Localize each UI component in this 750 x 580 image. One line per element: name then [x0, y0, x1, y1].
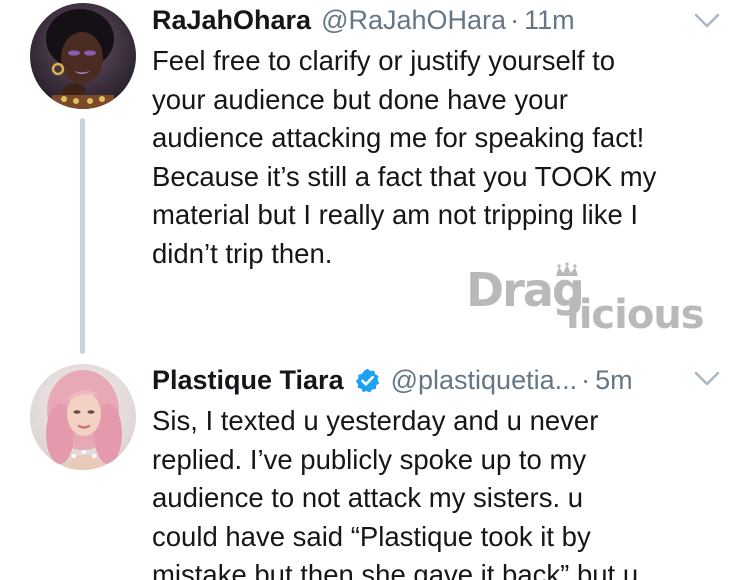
tweet-thread: RaJahOhara @RaJahOHara · 11m Feel free t… [0, 0, 750, 580]
tweet-text-line: audience attacking me for speaking fact! [152, 122, 645, 153]
tweet-text-line: replied. I’ve publicly spoke up to my [152, 443, 587, 475]
tweet-text-line: could have said “Plastique took it by [152, 520, 591, 552]
verified-badge-icon [355, 368, 379, 393]
avatar-image-plastique-tiara [30, 364, 136, 470]
tweet-text-line: Sis, I texted u yesterday and u never [152, 405, 599, 436]
timestamp[interactable]: 11m [524, 0, 575, 40]
user-handle[interactable]: @plastiquetia... [391, 360, 578, 400]
timestamp[interactable]: 5m [595, 360, 633, 400]
meta-separator: · [581, 365, 591, 395]
tweet-text-line: Feel free to clarify or justify yourself… [152, 45, 616, 76]
tweet-text-line: material but I really am not tripping li… [152, 199, 639, 230]
display-name[interactable]: Plastique Tiara [152, 360, 344, 400]
tweet-text-line: Because it’s still a fact that you TOOK … [152, 160, 657, 192]
watermark-text-right: licious [566, 292, 704, 336]
tweet-text-line: mistake but then she gave it back” but u [152, 559, 639, 580]
thread-connector-line [80, 118, 85, 354]
display-name[interactable]: RaJahOhara [152, 0, 311, 40]
avatar[interactable] [30, 364, 136, 470]
chevron-down-icon[interactable] [694, 370, 720, 388]
tweet-header: RaJahOhara @RaJahOHara · 11m [152, 0, 575, 40]
avatar[interactable] [30, 3, 136, 109]
tweet-text: Feel free to clarify or justify yourself… [152, 42, 742, 273]
draglicious-watermark-logo: Drag licious [466, 262, 705, 336]
tweet-header: Plastique Tiara @plastiquetia... · 5m [152, 360, 633, 400]
tweet-text: Sis, I texted u yesterday and u never re… [152, 402, 742, 580]
tweet-text-line: audience to not attack my sisters. u [152, 482, 584, 513]
crown-icon [556, 262, 578, 276]
avatar-image-rajahohara [30, 3, 136, 109]
chevron-down-icon[interactable] [694, 12, 720, 30]
tweet-text-line: your audience but done have your [152, 83, 568, 115]
user-handle[interactable]: @RaJahOHara [321, 0, 506, 40]
meta-separator: · [510, 5, 520, 35]
